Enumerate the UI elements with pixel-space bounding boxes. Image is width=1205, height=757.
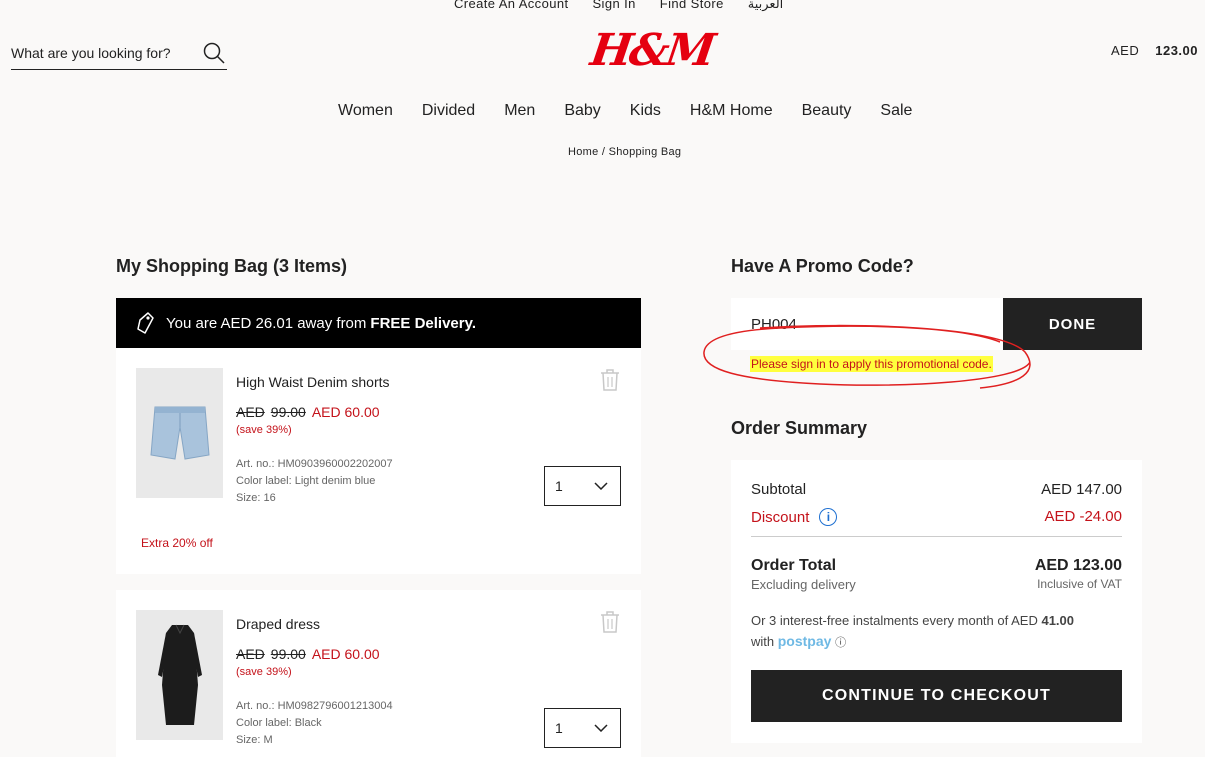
save-percent: (save 39%) <box>236 424 292 436</box>
nav-divided[interactable]: Divided <box>422 102 475 120</box>
color-label: Color label: Black <box>236 717 322 729</box>
discount-row: Discount i AED -24.00 <box>751 508 1122 526</box>
summary-divider <box>751 536 1122 537</box>
order-total-row: Order Total AED 123.00 <box>751 557 1122 575</box>
search-icon[interactable] <box>201 40 227 66</box>
postpay-line: Or 3 interest-free instalments every mon… <box>751 613 1038 628</box>
discount-label: Discount <box>751 508 810 526</box>
product-name[interactable]: High Waist Denim shorts <box>236 374 390 390</box>
bag-item-1: High Waist Denim shorts AED 99.00 AED 60… <box>116 348 641 574</box>
bag-item-2: Draped dress AED 99.00 AED 60.00 (save 3… <box>116 590 641 757</box>
quantity-value: 1 <box>555 720 563 736</box>
quantity-value: 1 <box>555 478 563 494</box>
product-name[interactable]: Draped dress <box>236 616 320 632</box>
article-number: Art. no.: HM0903960002202007 <box>236 458 393 470</box>
hm-logo[interactable]: H&M <box>587 25 715 76</box>
nav-baby[interactable]: Baby <box>564 102 600 120</box>
nav-kids[interactable]: Kids <box>630 102 661 120</box>
excluding-delivery-note: Excluding delivery <box>751 577 856 592</box>
free-delivery-text: You are AED 26.01 away from <box>166 314 367 332</box>
order-summary-panel: Subtotal AED 147.00 Discount i AED -24.0… <box>731 460 1142 743</box>
continue-to-checkout-button[interactable]: CONTINUE TO CHECKOUT <box>751 670 1122 722</box>
quantity-select[interactable]: 1 <box>544 708 621 748</box>
nav-men[interactable]: Men <box>504 102 535 120</box>
free-delivery-bold: FREE Delivery. <box>370 314 477 332</box>
order-total-value: AED 123.00 <box>1034 557 1122 574</box>
breadcrumb[interactable]: Home / Shopping Bag <box>568 146 681 158</box>
price-tag-icon <box>136 311 156 335</box>
nav-beauty[interactable]: Beauty <box>802 102 852 120</box>
header-cart-total[interactable]: AED 123.00 <box>1111 43 1198 58</box>
old-price-currency: AED <box>236 646 265 662</box>
size-label: Size: M <box>236 734 273 746</box>
free-delivery-banner: You are AED 26.01 away from FREE Deliver… <box>116 298 641 348</box>
search-input[interactable] <box>11 44 191 61</box>
inclusive-vat-note: Inclusive of VAT <box>1037 577 1122 591</box>
arabic-language-link[interactable]: العربية <box>748 0 784 12</box>
product-prices: AED 99.00 AED 60.00 <box>236 646 380 662</box>
postpay-logo[interactable]: postpay <box>778 633 832 649</box>
chevron-down-icon <box>594 724 608 732</box>
product-image-denim-shorts[interactable] <box>136 368 223 498</box>
trash-icon[interactable] <box>599 368 621 392</box>
discount-value: AED -24.00 <box>1044 508 1122 525</box>
quantity-select[interactable]: 1 <box>544 466 621 506</box>
sign-in-link[interactable]: Sign In <box>592 0 635 12</box>
info-icon[interactable]: i <box>819 508 838 526</box>
order-summary-title: Order Summary <box>731 418 868 438</box>
top-links: Create An Account Sign In Find Store الع… <box>454 0 783 12</box>
postpay-amount: 41.00 <box>1041 613 1075 628</box>
chevron-down-icon <box>594 482 608 490</box>
cart-amount: 123.00 <box>1155 43 1198 58</box>
save-percent: (save 39%) <box>236 666 292 678</box>
product-meta: Art. no.: HM0982796001213004 Color label… <box>236 698 393 749</box>
postpay-info-icon[interactable]: ⓘ <box>835 637 846 649</box>
logo-text: H&M <box>587 25 716 76</box>
product-prices: AED 99.00 AED 60.00 <box>236 404 380 420</box>
create-account-link[interactable]: Create An Account <box>454 0 568 12</box>
order-total-label: Order Total <box>751 557 837 574</box>
product-meta: Art. no.: HM0903960002202007 Color label… <box>236 456 393 507</box>
main-nav: Women Divided Men Baby Kids H&M Home Bea… <box>338 102 941 120</box>
old-price-currency: AED <box>236 404 265 420</box>
postpay-with: with <box>751 634 775 649</box>
nav-women[interactable]: Women <box>338 102 393 120</box>
promo-title: Have A Promo Code? <box>731 256 914 276</box>
search-bar <box>11 36 227 70</box>
cart-currency: AED <box>1111 43 1140 58</box>
subtotal-label: Subtotal <box>751 481 807 498</box>
product-image-draped-dress[interactable] <box>136 610 223 740</box>
annotation-circle <box>703 324 1031 389</box>
postpay-installments: Or 3 interest-free instalments every mon… <box>751 610 1131 654</box>
bag-title: My Shopping Bag (3 Items) <box>116 256 348 276</box>
nav-hm-home[interactable]: H&M Home <box>690 102 773 120</box>
old-price: 99.00 <box>270 646 306 662</box>
trash-icon[interactable] <box>599 610 621 634</box>
subtotal-value: AED 147.00 <box>1041 481 1122 498</box>
find-store-link[interactable]: Find Store <box>660 0 724 12</box>
new-price: AED 60.00 <box>311 646 380 662</box>
nav-sale[interactable]: Sale <box>880 102 912 120</box>
total-notes-row: Excluding delivery Inclusive of VAT <box>751 577 1122 592</box>
old-price: 99.00 <box>270 404 306 420</box>
color-label: Color label: Light denim blue <box>236 475 376 487</box>
size-label: Size: 16 <box>236 492 276 504</box>
extra-discount-label: Extra 20% off <box>141 536 213 550</box>
article-number: Art. no.: HM0982796001213004 <box>236 700 393 712</box>
subtotal-row: Subtotal AED 147.00 <box>751 481 1122 498</box>
discount-label-group: Discount i <box>751 508 838 526</box>
new-price: AED 60.00 <box>311 404 380 420</box>
